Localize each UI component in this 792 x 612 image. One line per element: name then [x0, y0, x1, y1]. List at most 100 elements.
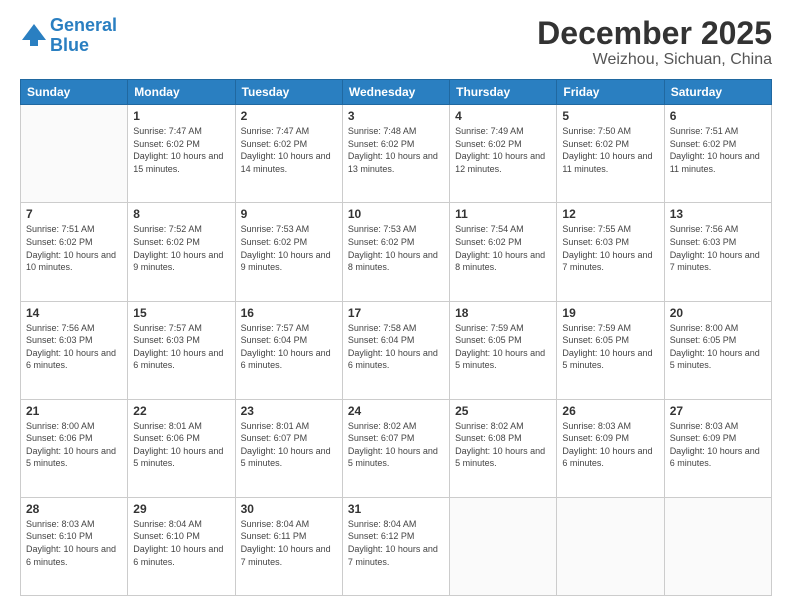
day-info: Sunrise: 8:03 AMSunset: 6:09 PMDaylight:… — [670, 420, 766, 470]
calendar-day-cell: 22 Sunrise: 8:01 AMSunset: 6:06 PMDayligh… — [128, 399, 235, 497]
calendar-body: 1 Sunrise: 7:47 AMSunset: 6:02 PMDaylight… — [21, 105, 772, 596]
day-number: 3 — [348, 109, 444, 123]
logo-line1: General — [50, 15, 117, 35]
calendar-day-cell: 29Sunrise: 8:04 AMSunset: 6:10 PMDayligh… — [128, 497, 235, 595]
day-number: 6 — [670, 109, 766, 123]
day-info: Sunrise: 7:56 AMSunset: 6:03 PMDaylight:… — [26, 322, 122, 372]
day-info: Sunrise: 8:04 AMSunset: 6:12 PMDaylight:… — [348, 518, 444, 568]
calendar-table: SundayMondayTuesdayWednesdayThursdayFrid… — [20, 79, 772, 596]
calendar-day-cell: 28 Sunrise: 8:03 AMSunset: 6:10 PMDayligh… — [21, 497, 128, 595]
calendar-day-cell: 3 Sunrise: 7:48 AMSunset: 6:02 PMDaylight… — [342, 105, 449, 203]
calendar-day-cell: 7Sunrise: 7:51 AMSunset: 6:02 PMDaylight… — [21, 203, 128, 301]
calendar-day-cell: 23Sunrise: 8:01 AMSunset: 6:07 PMDayligh… — [235, 399, 342, 497]
day-info: Sunrise: 7:55 AMSunset: 6:03 PMDaylight:… — [562, 223, 658, 273]
day-number: 29 — [133, 502, 229, 516]
calendar-day-cell: 17Sunrise: 7:58 AMSunset: 6:04 PMDayligh… — [342, 301, 449, 399]
calendar-week-row: 1 Sunrise: 7:47 AMSunset: 6:02 PMDaylight… — [21, 105, 772, 203]
calendar-header-cell: Sunday — [21, 80, 128, 105]
calendar-week-row: 7Sunrise: 7:51 AMSunset: 6:02 PMDaylight… — [21, 203, 772, 301]
calendar-header-cell: Wednesday — [342, 80, 449, 105]
header: General Blue December 2025 Weizhou, Sich… — [20, 16, 772, 69]
day-number: 23 — [241, 404, 337, 418]
calendar-day-cell: 12Sunrise: 7:55 AMSunset: 6:03 PMDayligh… — [557, 203, 664, 301]
day-number: 9 — [241, 207, 337, 221]
calendar-day-cell: 5 Sunrise: 7:50 AMSunset: 6:02 PMDaylight… — [557, 105, 664, 203]
day-number: 13 — [670, 207, 766, 221]
day-info: Sunrise: 7:56 AMSunset: 6:03 PMDaylight:… — [670, 223, 766, 273]
page: General Blue December 2025 Weizhou, Sich… — [0, 0, 792, 612]
day-number: 2 — [241, 109, 337, 123]
day-info: Sunrise: 7:51 AMSunset: 6:02 PMDaylight:… — [670, 125, 766, 175]
day-number: 20 — [670, 306, 766, 320]
day-info: Sunrise: 8:04 AMSunset: 6:11 PMDaylight:… — [241, 518, 337, 568]
day-number: 11 — [455, 207, 551, 221]
day-info: Sunrise: 7:53 AMSunset: 6:02 PMDaylight:… — [348, 223, 444, 273]
day-info: Sunrise: 8:00 AMSunset: 6:06 PMDaylight:… — [26, 420, 122, 470]
logo-text: General Blue — [50, 16, 117, 56]
day-info: Sunrise: 7:54 AMSunset: 6:02 PMDaylight:… — [455, 223, 551, 273]
day-number: 27 — [670, 404, 766, 418]
day-info: Sunrise: 8:00 AMSunset: 6:05 PMDaylight:… — [670, 322, 766, 372]
day-number: 14 — [26, 306, 122, 320]
title-block: December 2025 Weizhou, Sichuan, China — [537, 16, 772, 69]
calendar-header-cell: Monday — [128, 80, 235, 105]
calendar-day-cell: 14 Sunrise: 7:56 AMSunset: 6:03 PMDayligh… — [21, 301, 128, 399]
day-number: 7 — [26, 207, 122, 221]
calendar-day-cell: 26Sunrise: 8:03 AMSunset: 6:09 PMDayligh… — [557, 399, 664, 497]
day-number: 10 — [348, 207, 444, 221]
calendar-day-cell: 8 Sunrise: 7:52 AMSunset: 6:02 PMDaylight… — [128, 203, 235, 301]
calendar-week-row: 14 Sunrise: 7:56 AMSunset: 6:03 PMDayligh… — [21, 301, 772, 399]
day-number: 22 — [133, 404, 229, 418]
calendar-day-cell: 16Sunrise: 7:57 AMSunset: 6:04 PMDayligh… — [235, 301, 342, 399]
logo: General Blue — [20, 16, 117, 56]
day-number: 15 — [133, 306, 229, 320]
day-number: 28 — [26, 502, 122, 516]
calendar-day-cell — [664, 497, 771, 595]
calendar-day-cell — [21, 105, 128, 203]
calendar-day-cell: 9 Sunrise: 7:53 AMSunset: 6:02 PMDaylight… — [235, 203, 342, 301]
calendar-week-row: 28 Sunrise: 8:03 AMSunset: 6:10 PMDayligh… — [21, 497, 772, 595]
calendar-week-row: 21Sunrise: 8:00 AMSunset: 6:06 PMDayligh… — [21, 399, 772, 497]
day-info: Sunrise: 7:49 AMSunset: 6:02 PMDaylight:… — [455, 125, 551, 175]
calendar-header-cell: Tuesday — [235, 80, 342, 105]
calendar-header-cell: Saturday — [664, 80, 771, 105]
calendar-day-cell — [557, 497, 664, 595]
day-info: Sunrise: 8:03 AMSunset: 6:10 PMDaylight:… — [26, 518, 122, 568]
day-number: 31 — [348, 502, 444, 516]
day-info: Sunrise: 7:47 AMSunset: 6:02 PMDaylight:… — [241, 125, 337, 175]
calendar-day-cell: 13 Sunrise: 7:56 AMSunset: 6:03 PMDayligh… — [664, 203, 771, 301]
day-info: Sunrise: 8:01 AMSunset: 6:06 PMDaylight:… — [133, 420, 229, 470]
day-info: Sunrise: 7:50 AMSunset: 6:02 PMDaylight:… — [562, 125, 658, 175]
day-info: Sunrise: 7:59 AMSunset: 6:05 PMDaylight:… — [455, 322, 551, 372]
calendar-title: December 2025 — [537, 16, 772, 51]
day-number: 5 — [562, 109, 658, 123]
day-number: 1 — [133, 109, 229, 123]
day-number: 26 — [562, 404, 658, 418]
day-info: Sunrise: 7:58 AMSunset: 6:04 PMDaylight:… — [348, 322, 444, 372]
logo-icon — [20, 22, 48, 50]
day-number: 4 — [455, 109, 551, 123]
day-info: Sunrise: 7:48 AMSunset: 6:02 PMDaylight:… — [348, 125, 444, 175]
day-info: Sunrise: 7:53 AMSunset: 6:02 PMDaylight:… — [241, 223, 337, 273]
logo-line2: Blue — [50, 35, 89, 55]
calendar-day-cell: 24Sunrise: 8:02 AMSunset: 6:07 PMDayligh… — [342, 399, 449, 497]
calendar-day-cell: 1 Sunrise: 7:47 AMSunset: 6:02 PMDaylight… — [128, 105, 235, 203]
day-info: Sunrise: 8:02 AMSunset: 6:08 PMDaylight:… — [455, 420, 551, 470]
day-info: Sunrise: 8:02 AMSunset: 6:07 PMDaylight:… — [348, 420, 444, 470]
day-info: Sunrise: 7:52 AMSunset: 6:02 PMDaylight:… — [133, 223, 229, 273]
calendar-day-cell: 30Sunrise: 8:04 AMSunset: 6:11 PMDayligh… — [235, 497, 342, 595]
day-info: Sunrise: 7:59 AMSunset: 6:05 PMDaylight:… — [562, 322, 658, 372]
calendar-day-cell: 31 Sunrise: 8:04 AMSunset: 6:12 PMDayligh… — [342, 497, 449, 595]
calendar-day-cell: 10 Sunrise: 7:53 AMSunset: 6:02 PMDayligh… — [342, 203, 449, 301]
calendar-header-cell: Friday — [557, 80, 664, 105]
calendar-day-cell: 6 Sunrise: 7:51 AMSunset: 6:02 PMDaylight… — [664, 105, 771, 203]
day-number: 8 — [133, 207, 229, 221]
calendar-day-cell: 15Sunrise: 7:57 AMSunset: 6:03 PMDayligh… — [128, 301, 235, 399]
day-number: 19 — [562, 306, 658, 320]
calendar-day-cell: 2 Sunrise: 7:47 AMSunset: 6:02 PMDaylight… — [235, 105, 342, 203]
calendar-header-row: SundayMondayTuesdayWednesdayThursdayFrid… — [21, 80, 772, 105]
day-number: 18 — [455, 306, 551, 320]
calendar-subtitle: Weizhou, Sichuan, China — [537, 51, 772, 69]
day-number: 25 — [455, 404, 551, 418]
day-info: Sunrise: 7:47 AMSunset: 6:02 PMDaylight:… — [133, 125, 229, 175]
